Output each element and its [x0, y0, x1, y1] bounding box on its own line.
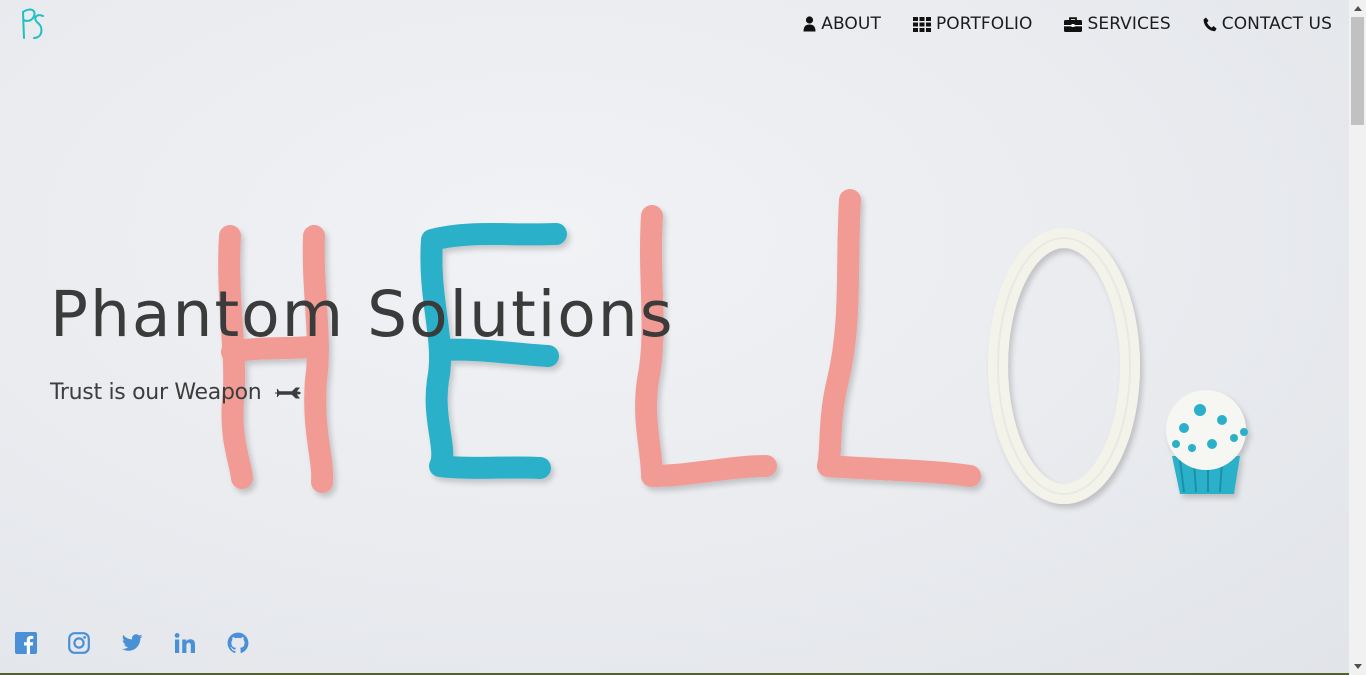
clay-letter-e	[420, 223, 567, 479]
nav-portfolio-label: PORTFOLIO	[935, 14, 1033, 34]
nav-contact[interactable]: CONTACT US	[1203, 12, 1332, 36]
main-nav: ABOUT PORTFOLIO SERVICES CONTACT US	[803, 12, 1332, 36]
twitter-icon[interactable]	[121, 632, 143, 654]
clay-cupcake	[1166, 390, 1248, 494]
page-title: Phantom Solutions	[50, 278, 675, 351]
nav-services-label: SERVICES	[1087, 14, 1171, 34]
github-icon[interactable]	[227, 632, 249, 654]
scroll-down-arrow[interactable]	[1349, 658, 1366, 675]
nav-about[interactable]: ABOUT	[803, 12, 881, 36]
linkedin-icon[interactable]	[174, 632, 196, 654]
instagram-icon[interactable]	[68, 632, 90, 654]
phone-icon	[1203, 17, 1217, 31]
grid-icon	[912, 16, 931, 32]
briefcase-icon	[1064, 16, 1083, 32]
plane-icon	[275, 387, 301, 398]
hero-section: ABOUT PORTFOLIO SERVICES CONTACT US Phan…	[0, 0, 1349, 673]
social-links	[15, 632, 249, 654]
clay-letter-h	[218, 225, 334, 493]
vertical-scrollbar[interactable]	[1349, 0, 1366, 675]
tagline-text: Trust is our Weapon	[50, 380, 262, 405]
nav-about-label: ABOUT	[821, 14, 881, 34]
nav-services[interactable]: SERVICES	[1064, 12, 1171, 36]
scroll-up-arrow[interactable]	[1349, 0, 1366, 17]
facebook-icon[interactable]	[15, 632, 37, 654]
nav-contact-label: CONTACT US	[1221, 14, 1332, 34]
hero-tagline: Trust is our Weapon	[50, 380, 301, 405]
nav-portfolio[interactable]: PORTFOLIO	[912, 12, 1033, 36]
scrollbar-thumb[interactable]	[1351, 17, 1364, 125]
brand-logo[interactable]	[18, 4, 48, 44]
user-icon	[803, 16, 816, 32]
clay-letter-l2	[817, 189, 981, 487]
